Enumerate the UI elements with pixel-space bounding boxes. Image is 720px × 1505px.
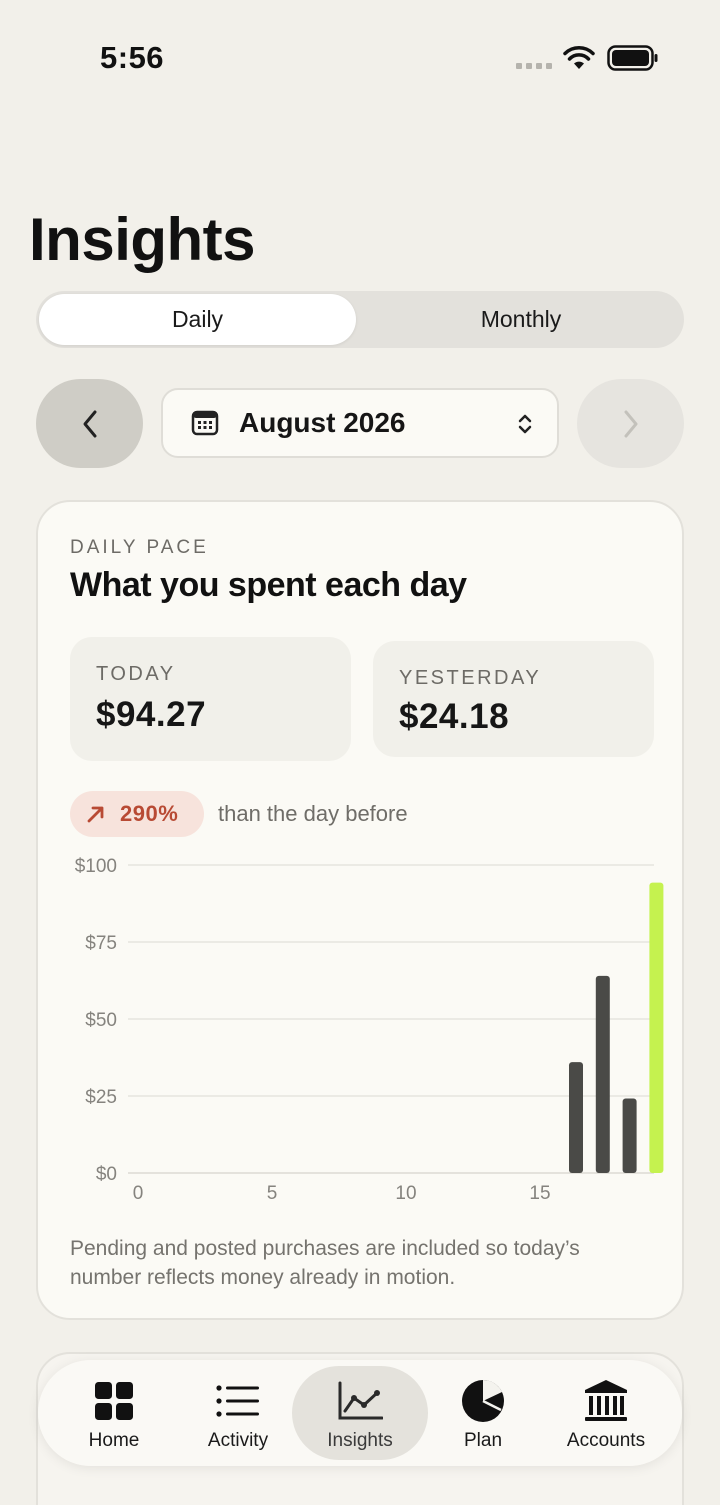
x-tick-label: 5 [267,1183,278,1204]
y-tick-label: $0 [96,1164,117,1185]
next-month-button[interactable] [577,379,684,468]
range-segmented-control: Daily Monthly [36,291,684,348]
status-time: 5:56 [100,40,165,75]
tab-bar: Home Activity Insights Plan Accounts [38,1360,682,1466]
y-tick-label: $25 [85,1087,117,1108]
calendar-icon [191,410,219,436]
segment-monthly[interactable]: Monthly [366,294,676,345]
grid-icon [95,1382,133,1420]
tab-accounts-label: Accounts [566,1430,646,1451]
tab-home[interactable]: Home [74,1366,154,1460]
month-picker[interactable]: August 2026 [161,388,559,458]
wifi-icon [563,46,595,69]
chart-bar[interactable] [649,882,664,1173]
x-tick-label: 0 [133,1183,144,1204]
list-icon [216,1385,259,1417]
battery-icon [607,45,658,71]
y-tick-label: $50 [85,1010,117,1031]
tab-activity-label: Activity [207,1430,269,1451]
tab-plan[interactable]: Plan [446,1366,520,1460]
tab-activity[interactable]: Activity [196,1366,280,1460]
bank-icon [585,1380,627,1421]
tab-insights-label: Insights [327,1430,393,1451]
segment-daily[interactable]: Daily [39,294,356,345]
line-chart-icon [338,1381,383,1420]
tab-home-label: Home [88,1430,140,1451]
x-tick-label: 15 [529,1183,550,1204]
page-title: Insights [29,206,256,273]
previous-month-button[interactable] [36,379,143,468]
y-tick-label: $75 [85,933,117,954]
chart-bar[interactable] [569,1062,583,1173]
tab-accounts[interactable]: Accounts [556,1366,656,1460]
card-footnote: Pending and posted purchases are include… [70,1237,580,1289]
chevron-left-icon [83,410,96,437]
chevron-right-icon [624,410,637,437]
signal-icon [516,63,552,69]
y-tick-label: $100 [75,856,117,877]
tab-plan-label: Plan [463,1430,503,1451]
chart-bar[interactable] [622,1098,637,1173]
daily-spend-chart: $100 $75 $50 $25 $0 0 5 10 15 [75,856,664,1204]
x-tick-label: 10 [395,1183,416,1204]
tab-insights[interactable]: Insights [292,1366,428,1460]
chart-bar[interactable] [595,975,610,1173]
daily-pace-card: DAILY PACE What you spent each day TODAY… [36,500,684,1320]
status-bar: 5:56 [0,0,720,110]
chevron-updown-icon [518,414,532,434]
month-label: August 2026 [239,407,406,438]
pie-chart-icon [462,1380,504,1422]
